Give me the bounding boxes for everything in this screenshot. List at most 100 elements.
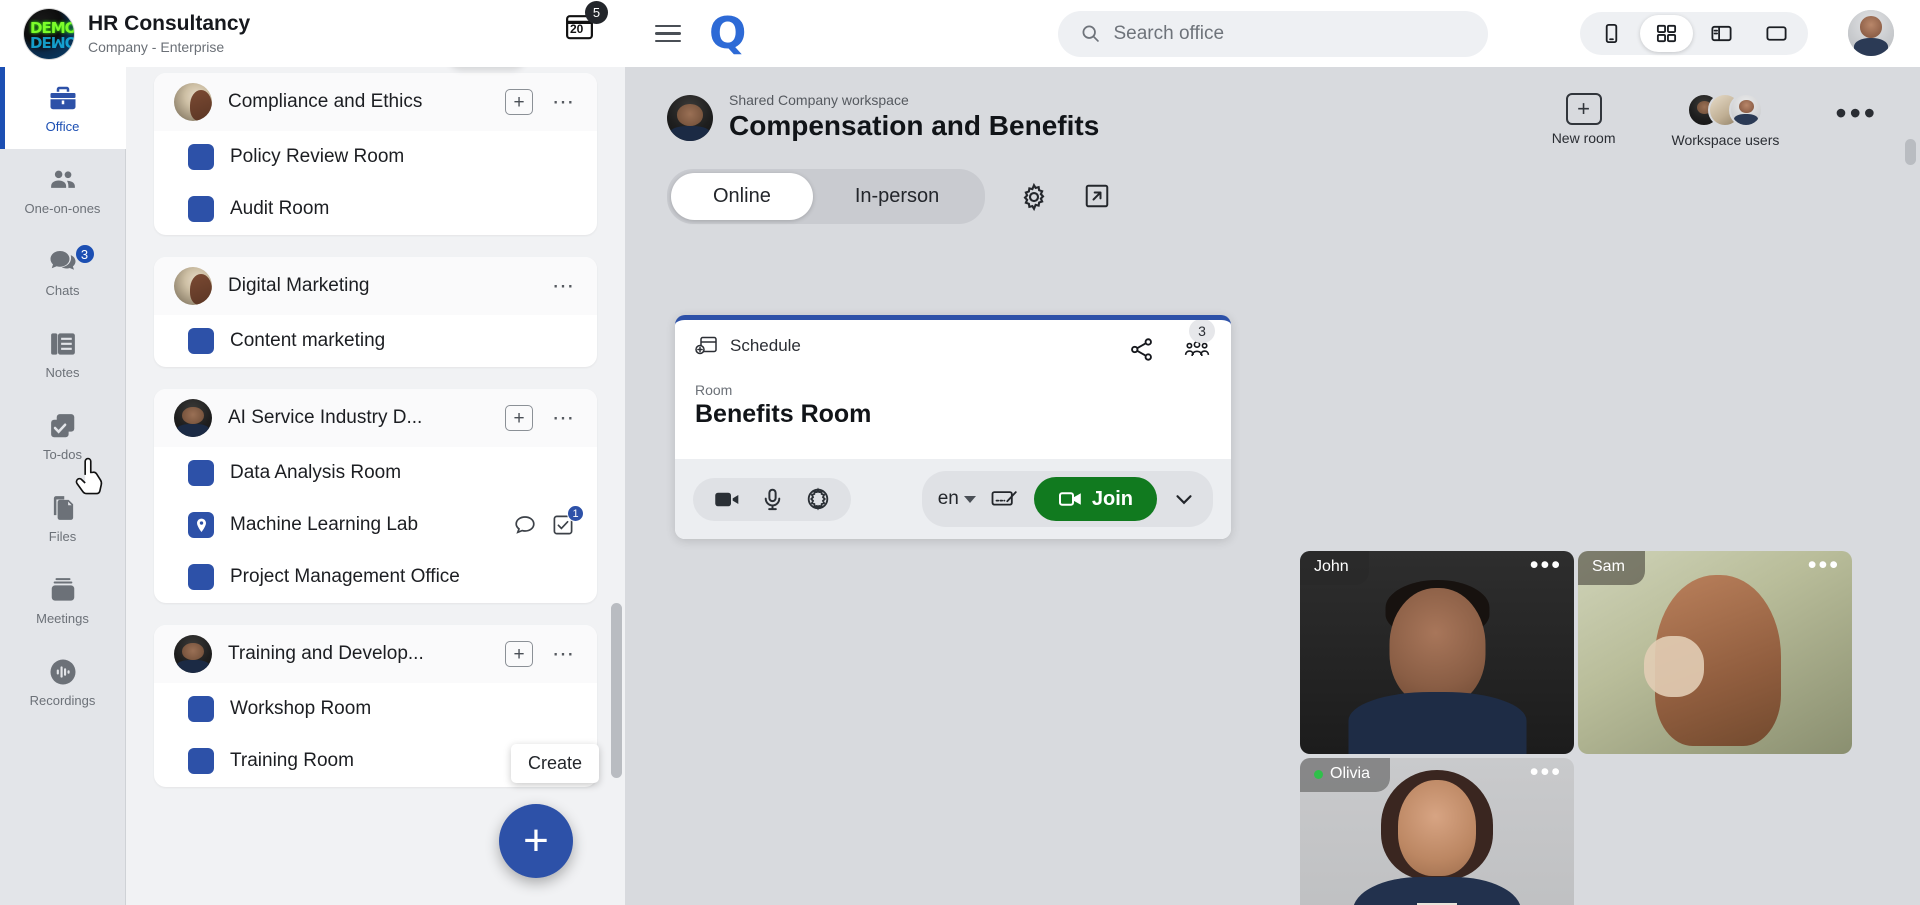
sidebar-label-one-on-ones: One-on-ones: [25, 201, 101, 216]
scrollbar-thumb[interactable]: [611, 603, 622, 778]
search-icon: [1080, 23, 1101, 44]
scrollbar-thumb[interactable]: [1905, 139, 1916, 165]
list-item[interactable]: Machine Learning Lab: [154, 499, 597, 551]
add-room-button[interactable]: +: [505, 641, 533, 667]
list-item[interactable]: Policy Review Room: [154, 131, 597, 183]
room-name: Project Management Office: [230, 566, 579, 588]
sidebar-label-chats: Chats: [46, 283, 80, 298]
list-item[interactable]: Audit Room: [154, 183, 597, 235]
hamburger-icon[interactable]: [655, 25, 681, 43]
group-header-digital-marketing[interactable]: Digital Marketing ⋯: [154, 257, 597, 315]
schedule-calendar-icon: [695, 334, 719, 358]
view-mode-toggle: [1580, 12, 1808, 55]
share-icon[interactable]: [1128, 336, 1155, 363]
sidebar-item-meetings[interactable]: Meetings: [0, 559, 126, 641]
room-name: Policy Review Room: [230, 146, 579, 168]
workspace-titles: Shared Company workspace Compensation an…: [729, 93, 1099, 143]
brand-text: HR Consultancy Company - Enterprise: [88, 12, 250, 54]
room-name: Audit Room: [230, 198, 579, 220]
company-name: HR Consultancy: [88, 12, 250, 35]
create-button[interactable]: +: [499, 804, 573, 878]
open-external-icon[interactable]: [1083, 182, 1113, 212]
calendar-widget[interactable]: 20 5: [563, 10, 596, 43]
sidebar-item-todos[interactable]: To-dos: [0, 395, 126, 477]
sidebar-item-notes[interactable]: Notes: [0, 313, 126, 395]
schedule-label: Schedule: [730, 336, 801, 356]
group-more-button[interactable]: ⋯: [549, 411, 579, 424]
participants-button[interactable]: 3: [1181, 337, 1213, 363]
list-item[interactable]: Project Management Office: [154, 551, 597, 603]
main-scrollbar[interactable]: [1905, 139, 1916, 895]
sidebar-item-chats[interactable]: 3 Chats: [0, 231, 126, 313]
video-camera-icon: [1058, 487, 1082, 511]
list-item[interactable]: Workshop Room: [154, 683, 597, 735]
participant-menu-button[interactable]: •••: [1808, 557, 1840, 575]
participant-tile-john[interactable]: John •••: [1300, 551, 1574, 754]
language-selector[interactable]: en: [938, 488, 976, 510]
split-view-button[interactable]: [1695, 15, 1748, 52]
files-icon: [48, 493, 78, 523]
sidebar-label-meetings: Meetings: [36, 611, 89, 626]
group-header-ai-service-industry[interactable]: AI Service Industry D... + ⋯: [154, 389, 597, 447]
gear-icon[interactable]: [1019, 182, 1049, 212]
join-button[interactable]: Join: [1034, 477, 1157, 521]
workspace-users-button[interactable]: Workspace users: [1671, 93, 1779, 148]
tab-in-person[interactable]: In-person: [813, 173, 982, 220]
room-icon: [188, 460, 214, 486]
new-room-button[interactable]: + New room: [1552, 93, 1616, 146]
add-room-button[interactable]: +: [505, 89, 533, 115]
sidebar-label-todos: To-dos: [43, 447, 82, 462]
room-badges: 1: [513, 513, 579, 537]
participant-menu-button[interactable]: •••: [1530, 557, 1562, 575]
grid-view-button[interactable]: [1640, 15, 1693, 52]
chat-bubble-icon[interactable]: [513, 513, 537, 537]
group-card: Digital Marketing ⋯ Content marketing: [154, 257, 597, 367]
page-title: Compensation and Benefits: [729, 108, 1099, 143]
list-item[interactable]: Content marketing: [154, 315, 597, 367]
join-controls: en: [922, 471, 1213, 527]
participant-name-wrap: Olivia: [1300, 758, 1390, 792]
main-area: Q Search office: [625, 0, 1920, 905]
sidebar-item-office[interactable]: Office: [0, 67, 126, 149]
sidebar-item-one-on-ones[interactable]: One-on-ones: [0, 149, 126, 231]
camera-icon[interactable]: [713, 486, 740, 513]
room-icon: [188, 696, 214, 722]
microphone-icon[interactable]: [760, 487, 785, 512]
group-more-button[interactable]: ⋯: [549, 95, 579, 108]
tabs: Online In-person: [667, 169, 985, 224]
participant-video: [1350, 574, 1525, 754]
sidebar-item-files[interactable]: Files: [0, 477, 126, 559]
todo-checkbox-icon[interactable]: 1: [551, 513, 575, 537]
avatar[interactable]: [1848, 10, 1894, 56]
sidebar-label-recordings: Recordings: [30, 693, 96, 708]
group-header-training-development[interactable]: Training and Develop... + ⋯: [154, 625, 597, 683]
group-more-button[interactable]: ⋯: [549, 647, 579, 660]
mobile-view-button[interactable]: [1585, 15, 1638, 52]
add-room-button[interactable]: +: [505, 405, 533, 431]
workspace-more-button[interactable]: •••: [1835, 101, 1878, 127]
content-area: Shared Company workspace Compensation an…: [625, 67, 1920, 905]
sidebar-item-recordings[interactable]: Recordings: [0, 641, 126, 723]
todo-count-badge: 1: [567, 505, 584, 522]
group-more-button[interactable]: ⋯: [549, 279, 579, 292]
participants-count-badge: 3: [1189, 319, 1215, 343]
room-list-scrollbar[interactable]: [611, 68, 622, 857]
settings-gear-icon[interactable]: [805, 486, 831, 512]
list-item[interactable]: Data Analysis Room: [154, 447, 597, 499]
participant-tile-olivia[interactable]: Olivia •••: [1300, 758, 1574, 905]
group-header-compliance[interactable]: Compliance and Ethics + ⋯: [154, 73, 597, 131]
join-options-chevron-icon[interactable]: [1171, 486, 1197, 512]
search-placeholder: Search office: [1114, 23, 1225, 45]
app-logo[interactable]: Q: [709, 12, 745, 56]
breadcrumb: Shared Company workspace: [729, 93, 1099, 108]
search-input[interactable]: Search office: [1058, 11, 1488, 57]
single-view-button[interactable]: [1750, 15, 1803, 52]
participant-tile-sam[interactable]: Sam •••: [1578, 551, 1852, 754]
whiteboard-icon[interactable]: [990, 487, 1020, 512]
participant-menu-button[interactable]: •••: [1530, 764, 1562, 782]
room-card-toolbar: en: [675, 459, 1231, 539]
group-avatar: [174, 399, 212, 437]
tab-online[interactable]: Online: [671, 173, 813, 220]
room-list-panel: Compliance and Ethics + ⋯ Policy Review …: [126, 67, 625, 905]
room-icon: [188, 196, 214, 222]
